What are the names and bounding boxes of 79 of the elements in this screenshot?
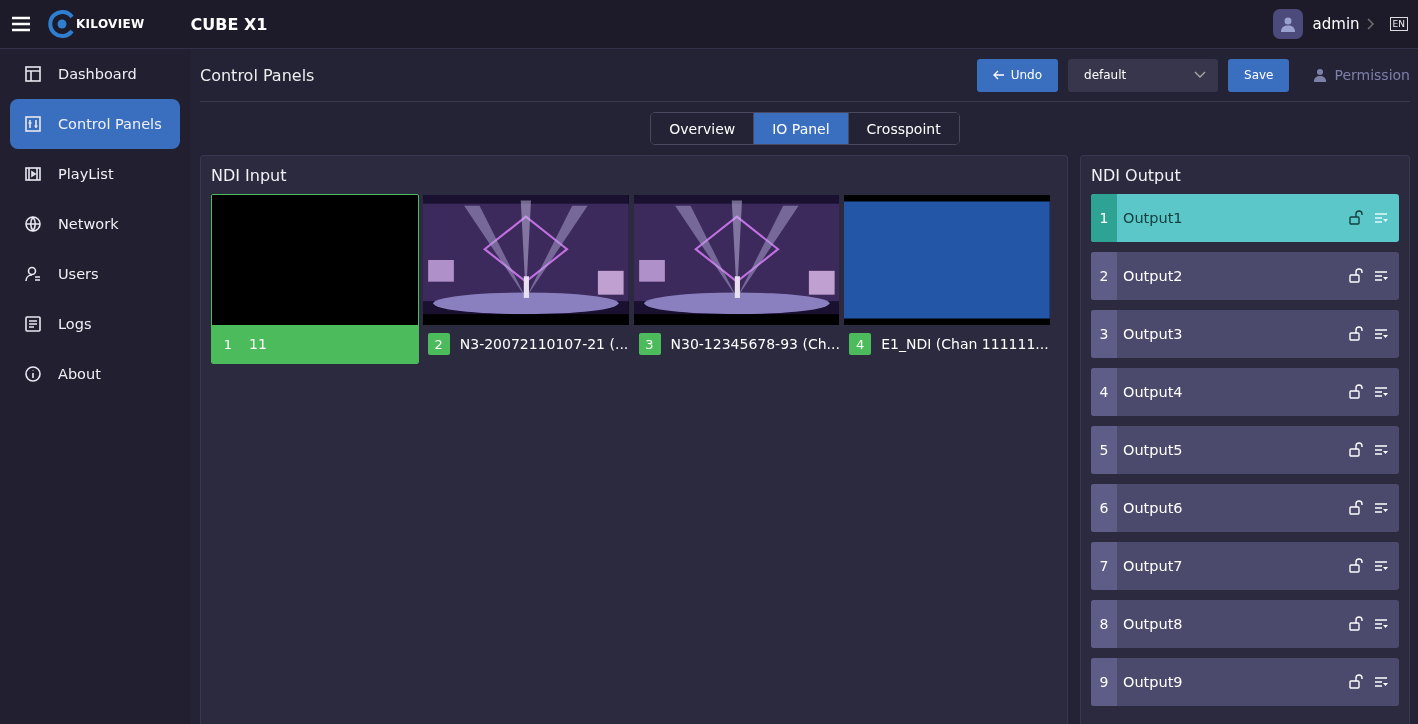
source-name: N3-20072110107-21 (...	[459, 336, 629, 352]
source-name: E1_NDI (Chan 111111...	[881, 336, 1049, 352]
chevron-right-icon[interactable]	[1365, 17, 1376, 31]
output-row[interactable]: 7 Output7	[1091, 542, 1399, 590]
output-row[interactable]: 1 Output1	[1091, 194, 1399, 242]
language-button[interactable]: EN	[1389, 17, 1408, 31]
sidebar-item[interactable]: Network	[10, 199, 180, 249]
output-number: 7	[1091, 542, 1117, 590]
output-row[interactable]: 4 Output4	[1091, 368, 1399, 416]
output-number: 2	[1091, 252, 1117, 300]
layout-icon	[24, 65, 42, 83]
output-number: 8	[1091, 600, 1117, 648]
output-number: 3	[1091, 310, 1117, 358]
source-name: 11	[249, 336, 267, 352]
user-list-icon	[24, 265, 42, 283]
source-number: 4	[849, 333, 872, 355]
output-row[interactable]: 8 Output8	[1091, 600, 1399, 648]
output-number: 5	[1091, 426, 1117, 474]
source-number: 1	[222, 335, 234, 354]
output-row[interactable]: 2 Output2	[1091, 252, 1399, 300]
output-name: Output4	[1122, 384, 1184, 400]
unlocked-padlock-icon[interactable]	[1348, 326, 1364, 342]
output-name: Output2	[1122, 268, 1184, 284]
document-icon	[24, 315, 42, 333]
page-title: Control Panels	[200, 65, 316, 85]
panel-title: NDI Input	[211, 166, 288, 185]
unlocked-padlock-icon[interactable]	[1348, 384, 1364, 400]
output-number: 1	[1091, 194, 1117, 242]
globe-icon	[24, 215, 42, 233]
output-row[interactable]: 9 Output9	[1091, 658, 1399, 706]
output-name: Output5	[1122, 442, 1184, 458]
unlocked-padlock-icon[interactable]	[1348, 210, 1364, 226]
sidebar-item[interactable]: PlayList	[10, 149, 180, 199]
permission-link[interactable]: Permission	[1313, 67, 1410, 83]
unlocked-padlock-icon[interactable]	[1348, 558, 1364, 574]
source-number: 3	[638, 333, 661, 355]
output-name: Output9	[1122, 674, 1184, 690]
unlocked-padlock-icon[interactable]	[1348, 442, 1364, 458]
menu-icon[interactable]	[10, 15, 32, 33]
user-name[interactable]: admin	[1312, 15, 1360, 33]
logo-icon	[48, 10, 76, 38]
unlocked-padlock-icon[interactable]	[1348, 500, 1364, 516]
tab[interactable]: Overview	[651, 113, 755, 144]
preset-select[interactable]: default	[1068, 58, 1218, 92]
unlocked-padlock-icon[interactable]	[1348, 616, 1364, 632]
chevron-down-icon	[1194, 71, 1206, 79]
sidebar-item[interactable]: Control Panels	[10, 99, 180, 149]
person-icon	[1313, 68, 1328, 82]
product-name: CUBE X1	[190, 14, 268, 34]
film-icon	[24, 165, 42, 183]
arrow-left-icon	[992, 70, 1005, 80]
output-row[interactable]: 5 Output5	[1091, 426, 1399, 474]
panel-title: NDI Output	[1091, 166, 1182, 185]
save-button[interactable]: Save	[1228, 58, 1290, 92]
sidebar-item[interactable]: Users	[10, 249, 180, 299]
output-name: Output6	[1122, 500, 1184, 516]
output-number: 9	[1091, 658, 1117, 706]
output-number: 4	[1091, 368, 1117, 416]
output-name: Output8	[1122, 616, 1184, 632]
output-row[interactable]: 6 Output6	[1091, 484, 1399, 532]
undo-button[interactable]: Undo	[976, 58, 1058, 92]
user-avatar[interactable]	[1272, 9, 1303, 39]
sliders-icon	[24, 115, 42, 133]
brand-name: KILOVIEW	[76, 17, 145, 31]
source-name: N30-12345678-93 (Ch...	[670, 336, 840, 352]
unlocked-padlock-icon[interactable]	[1348, 674, 1364, 690]
output-row[interactable]: 3 Output3	[1091, 310, 1399, 358]
sidebar-item[interactable]: About	[10, 349, 180, 399]
tab[interactable]: IO Panel	[754, 113, 849, 144]
output-name: Output3	[1122, 326, 1184, 342]
unlocked-padlock-icon[interactable]	[1348, 268, 1364, 284]
sidebar-item[interactable]: Logs	[10, 299, 180, 349]
sidebar-item[interactable]: Dashboard	[10, 49, 180, 99]
source-number: 2	[427, 333, 450, 355]
info-icon	[24, 365, 42, 383]
output-number: 6	[1091, 484, 1117, 532]
output-name: Output7	[1122, 558, 1184, 574]
output-name: Output1	[1122, 210, 1184, 226]
person-icon	[1279, 16, 1296, 32]
